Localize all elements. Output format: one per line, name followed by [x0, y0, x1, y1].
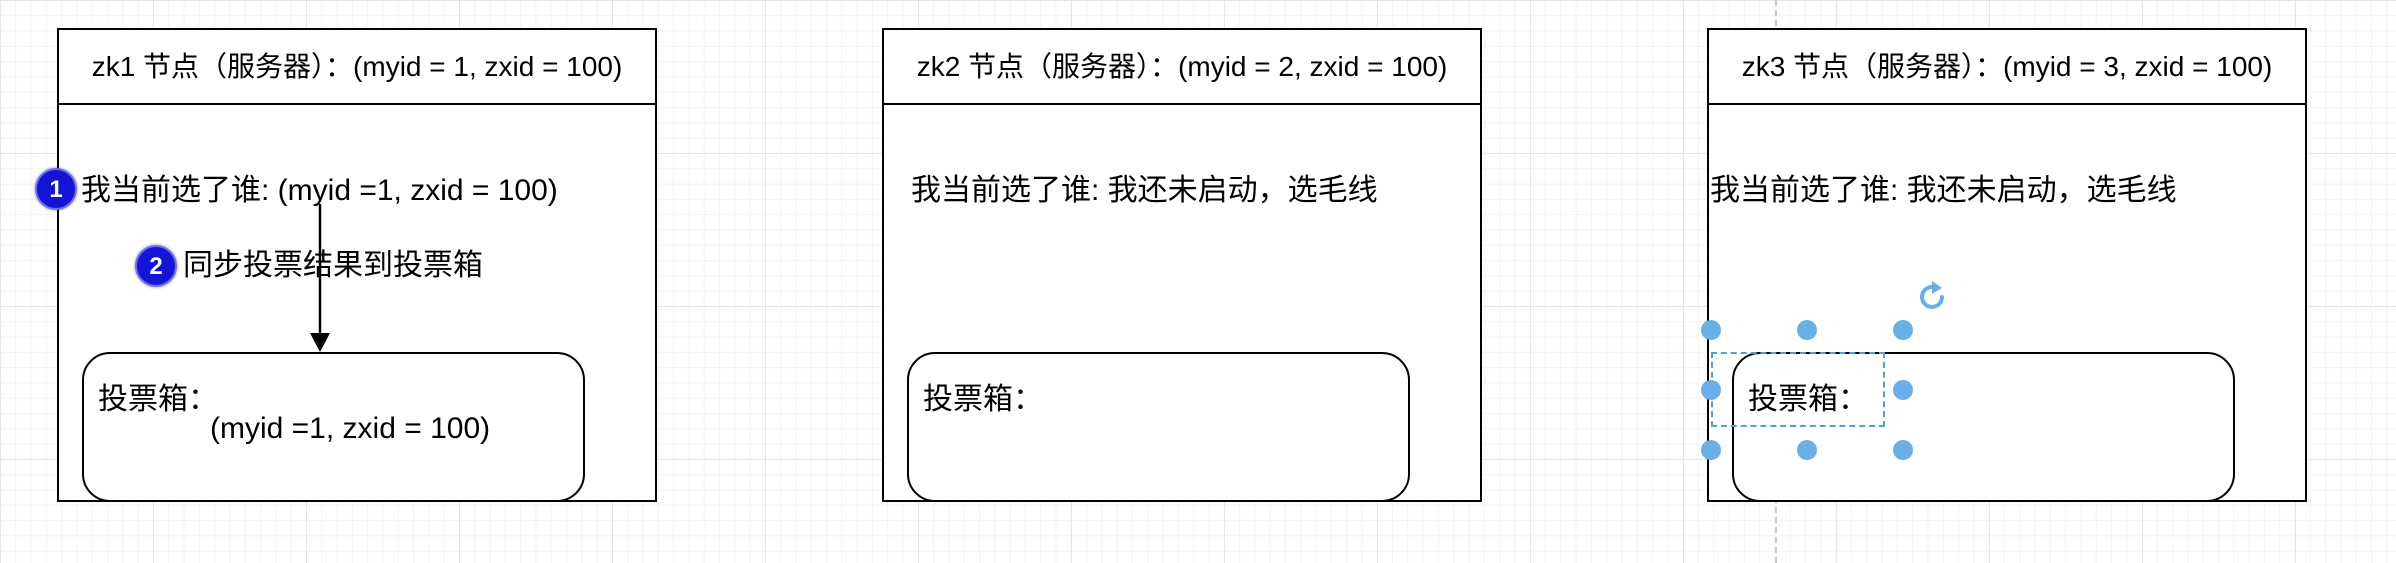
selection-outline — [1711, 352, 1885, 427]
resize-handle-bottom-left[interactable] — [1701, 440, 1721, 460]
resize-handle-bottom-right[interactable] — [1893, 440, 1913, 460]
rotate-icon[interactable] — [1916, 280, 1948, 312]
zk1-ballot-box-value: (myid =1, zxid = 100) — [210, 412, 491, 445]
resize-handle-right[interactable] — [1893, 380, 1913, 400]
zk2-ballot-box[interactable]: 投票箱： — [907, 352, 1410, 502]
zk1-ballot-box[interactable]: 投票箱： (myid =1, zxid = 100) — [82, 352, 585, 502]
zk2-node-title: zk2 节点（服务器）：(myid = 2, zxid = 100) — [884, 30, 1480, 105]
zk1-ballot-box-label: 投票箱： — [98, 383, 218, 416]
resize-handle-top-right[interactable] — [1893, 320, 1913, 340]
step-1-badge: 1 — [35, 168, 77, 210]
zk1-node-title: zk1 节点（服务器）：(myid = 1, zxid = 100) — [59, 30, 655, 105]
zk2-vote-text[interactable]: 我当前选了谁: 我还未启动，选毛线 — [911, 176, 1378, 206]
zk3-vote-text[interactable]: 我当前选了谁: 我还未启动，选毛线 — [1710, 176, 2177, 206]
zk1-vote-text[interactable]: 我当前选了谁: (myid =1, zxid = 100) — [81, 176, 558, 206]
resize-handle-top-left[interactable] — [1701, 320, 1721, 340]
zk3-node-title: zk3 节点（服务器）：(myid = 3, zxid = 100) — [1709, 30, 2305, 105]
zk1-step2-label[interactable]: 同步投票结果到投票箱 — [183, 251, 483, 281]
step-2-badge: 2 — [135, 245, 177, 287]
resize-handle-top[interactable] — [1797, 320, 1817, 340]
zk2-ballot-box-label: 投票箱： — [923, 383, 1043, 416]
resize-handle-left[interactable] — [1701, 380, 1721, 400]
resize-handle-bottom[interactable] — [1797, 440, 1817, 460]
